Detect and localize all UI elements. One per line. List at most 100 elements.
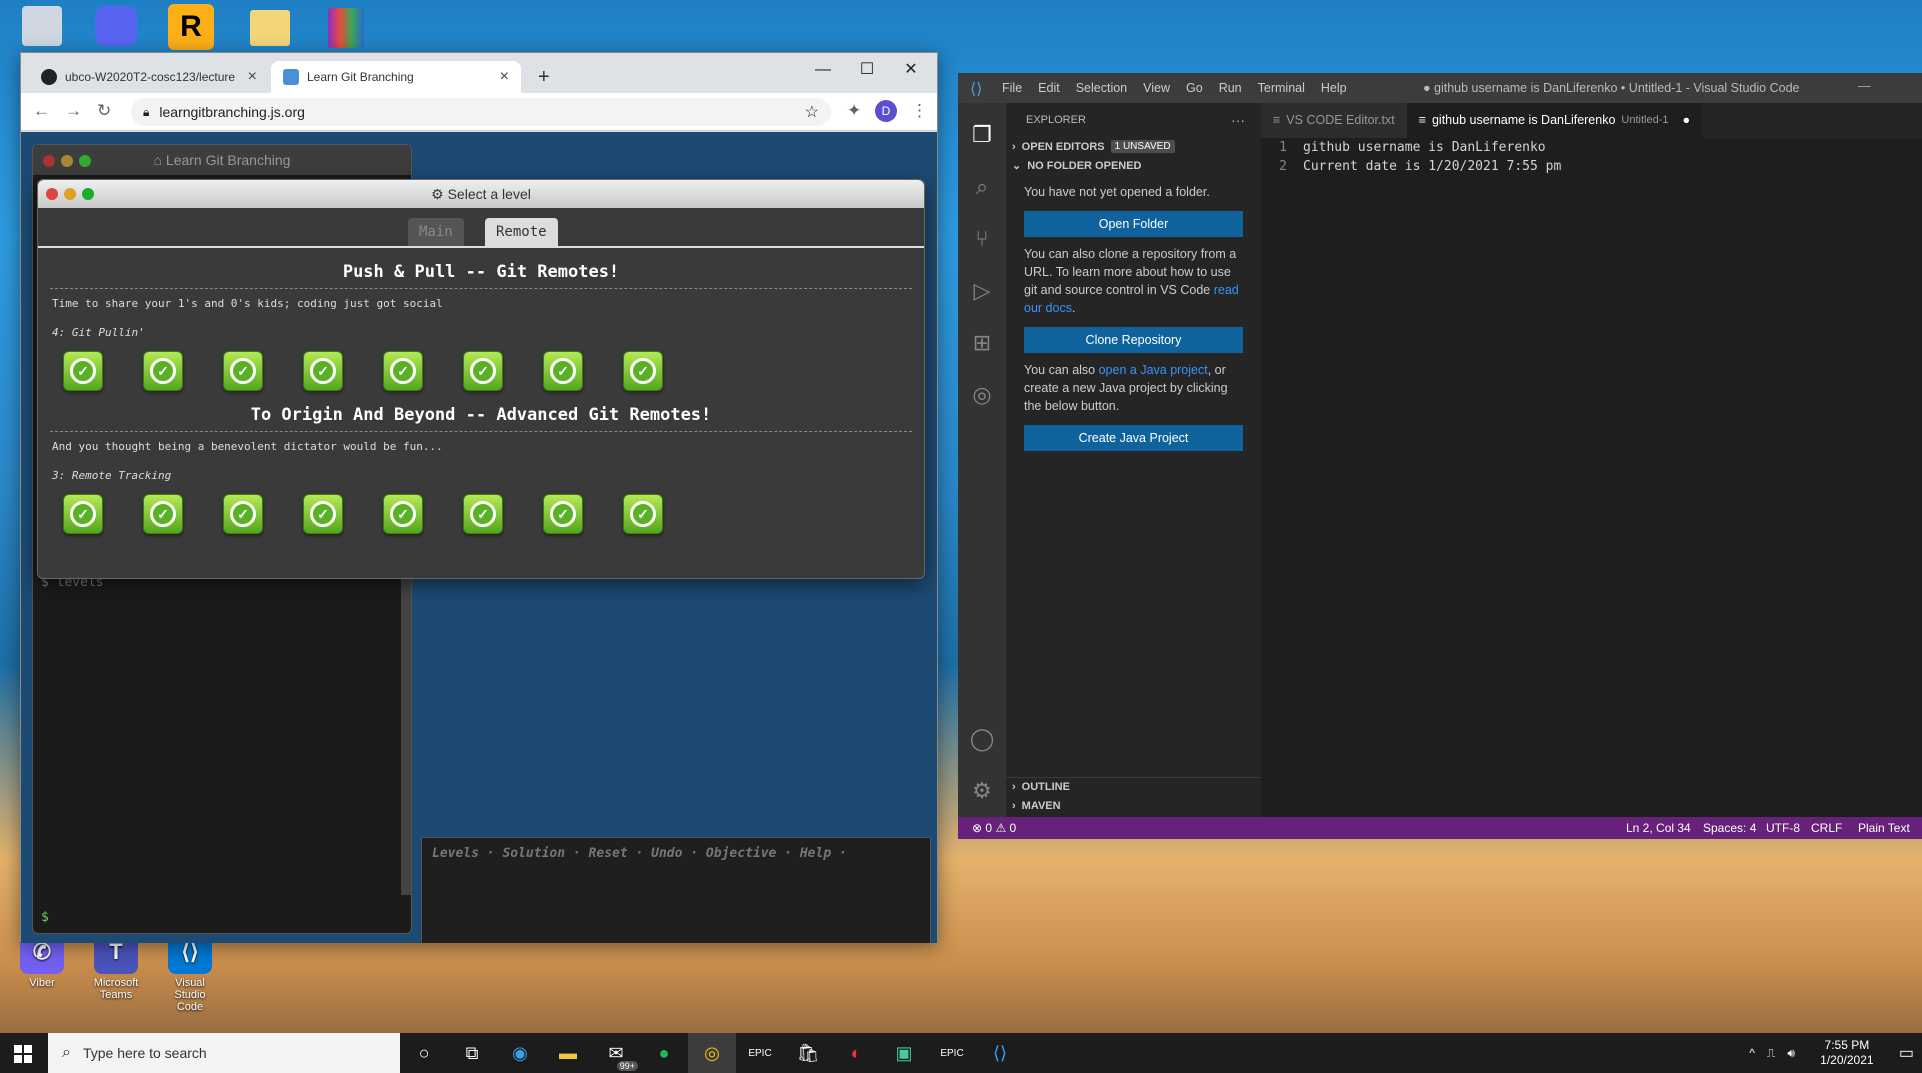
clock[interactable]: 7:55 PM 1/20/2021 (1807, 1038, 1887, 1068)
windows-start-icon[interactable] (14, 1045, 32, 1063)
level-button[interactable]: ✓ (383, 494, 423, 534)
menu-icon[interactable]: ⋮ (911, 101, 928, 121)
app-red-icon[interactable]: ◐ (832, 1033, 880, 1073)
close-dot-icon[interactable] (46, 188, 58, 200)
unsaved-dot-icon[interactable]: ● (1683, 103, 1691, 138)
source-control-icon[interactable]: ⑂ (968, 225, 996, 253)
spotify-icon[interactable]: ● (640, 1033, 688, 1073)
settings-gear-icon[interactable]: ⚙ (968, 777, 996, 805)
max-dot-icon[interactable] (79, 155, 91, 167)
volume-icon[interactable]: 🔊︎ (1787, 1046, 1795, 1061)
cortana-icon[interactable]: ○ (400, 1033, 448, 1073)
chevron-up-icon[interactable]: ^ (1749, 1046, 1755, 1060)
max-dot-icon[interactable] (82, 188, 94, 200)
vscode-window[interactable]: ⟨⟩ File Edit Selection View Go Run Termi… (958, 73, 1922, 839)
problems-indicator[interactable]: ⊗ 0 ⚠ 0 (972, 817, 1016, 839)
vscode-icon[interactable]: ⟨⟩ (976, 1033, 1024, 1073)
level-button[interactable]: ✓ (143, 351, 183, 391)
store-icon[interactable]: 🛍︎ (784, 1033, 832, 1073)
level-button[interactable]: ✓ (303, 351, 343, 391)
tab-vscode-editor-txt[interactable]: ≡ VS CODE Editor.txt (1261, 103, 1407, 138)
indentation[interactable]: Spaces: 4 (1703, 817, 1756, 839)
minimize-button[interactable]: — (801, 57, 845, 83)
new-tab-button[interactable]: + (526, 61, 562, 93)
chrome-window[interactable]: ubco-W2020T2-cosc123/lecture × Learn Git… (20, 52, 938, 943)
open-java-project-link[interactable]: open a Java project (1099, 363, 1208, 377)
create-java-project-button[interactable]: Create Java Project (1024, 425, 1243, 451)
network-icon[interactable]: ⎍ (1767, 1046, 1775, 1061)
close-dot-icon[interactable] (43, 155, 55, 167)
taskbar-search[interactable]: ⌕ Type here to search (48, 1033, 400, 1073)
level-button[interactable]: ✓ (623, 494, 663, 534)
more-actions-icon[interactable]: ··· (1231, 103, 1245, 137)
level-button[interactable]: ✓ (463, 494, 503, 534)
github-icon[interactable]: ◎ (968, 381, 996, 409)
run-debug-icon[interactable]: ▷ (968, 277, 996, 305)
menu-run[interactable]: Run (1219, 81, 1242, 95)
star-icon[interactable]: ☆ (805, 102, 819, 122)
gamepad-icon[interactable]: ▣ (880, 1033, 928, 1073)
level-button[interactable]: ✓ (623, 351, 663, 391)
open-editors-section[interactable]: › OPEN EDITORS 1 UNSAVED (1006, 137, 1261, 156)
folder-icon[interactable] (250, 10, 290, 46)
task-view-icon[interactable]: ⧉ (448, 1033, 496, 1073)
address-bar[interactable]: 🔒︎ learngitbranching.js.org ☆ (131, 98, 831, 126)
level-button[interactable]: ✓ (543, 351, 583, 391)
back-icon[interactable]: ← (33, 101, 50, 121)
menu-file[interactable]: File (1002, 81, 1022, 95)
chrome-icon[interactable]: ◎ (688, 1033, 736, 1073)
no-folder-section[interactable]: ⌄ NO FOLDER OPENED (1006, 156, 1261, 175)
close-tab-icon[interactable]: × (248, 68, 257, 86)
close-tab-icon[interactable]: × (500, 68, 509, 86)
level-button[interactable]: ✓ (223, 351, 263, 391)
mail-icon[interactable]: ✉ 99+ (592, 1033, 640, 1073)
encoding[interactable]: UTF-8 (1766, 817, 1800, 839)
menu-help[interactable]: Help (1321, 81, 1347, 95)
profile-avatar[interactable]: D (875, 100, 897, 122)
min-dot-icon[interactable] (64, 188, 76, 200)
level-button[interactable]: ✓ (63, 494, 103, 534)
maximize-button[interactable]: ☐ (845, 57, 889, 83)
account-icon[interactable]: ◯ (968, 725, 996, 753)
epic-games-icon[interactable]: EPIC (736, 1033, 784, 1073)
min-dot-icon[interactable] (61, 155, 73, 167)
menu-selection[interactable]: Selection (1076, 81, 1127, 95)
level-button[interactable]: ✓ (63, 351, 103, 391)
level-button[interactable]: ✓ (383, 351, 423, 391)
explorer-icon[interactable]: ❐ (968, 121, 996, 149)
clone-repository-button[interactable]: Clone Repository (1024, 327, 1243, 353)
code-editor[interactable]: 1 github username is DanLiferenko 2 Curr… (1261, 138, 1922, 817)
extensions-icon[interactable]: ✦ (847, 101, 861, 121)
line-endings[interactable]: CRLF (1811, 817, 1842, 839)
menu-terminal[interactable]: Terminal (1258, 81, 1305, 95)
reload-icon[interactable]: ↻ (97, 101, 111, 121)
menu-go[interactable]: Go (1186, 81, 1203, 95)
tab-learn-git-branching[interactable]: Learn Git Branching × (271, 61, 521, 93)
close-button[interactable]: ✕ (889, 57, 933, 83)
menu-edit[interactable]: Edit (1038, 81, 1060, 95)
extensions-icon[interactable]: ⊞ (968, 329, 996, 357)
tab-untitled-1[interactable]: ≡ github username is DanLiferenko Untitl… (1406, 103, 1703, 138)
level-button[interactable]: ✓ (223, 494, 263, 534)
rockstar-icon[interactable]: R (168, 4, 214, 50)
winrar-icon[interactable] (328, 8, 364, 48)
menu-view[interactable]: View (1143, 81, 1170, 95)
cursor-position[interactable]: Ln 2, Col 34 (1626, 817, 1691, 839)
search-icon[interactable]: ⌕ (968, 173, 996, 201)
open-folder-button[interactable]: Open Folder (1024, 211, 1243, 237)
edge-icon[interactable]: ◉ (496, 1033, 544, 1073)
minimize-button[interactable]: — (1858, 79, 1871, 93)
level-button[interactable]: ✓ (543, 494, 583, 534)
command-links[interactable]: Levels · Solution · Reset · Undo · Objec… (422, 838, 930, 869)
discord-icon[interactable] (95, 6, 137, 46)
notification-icon[interactable]: ▭ (1899, 1043, 1914, 1063)
tab-remote[interactable]: Remote (485, 218, 558, 246)
epic-games-icon[interactable]: EPIC (928, 1033, 976, 1073)
level-button[interactable]: ✓ (463, 351, 503, 391)
level-button[interactable]: ✓ (303, 494, 343, 534)
recycle-bin-icon[interactable] (22, 6, 62, 46)
tab-github[interactable]: ubco-W2020T2-cosc123/lecture × (29, 61, 269, 93)
tab-main[interactable]: Main (408, 218, 464, 246)
forward-icon[interactable]: → (65, 101, 82, 121)
language-mode[interactable]: Plain Text (1858, 817, 1910, 839)
